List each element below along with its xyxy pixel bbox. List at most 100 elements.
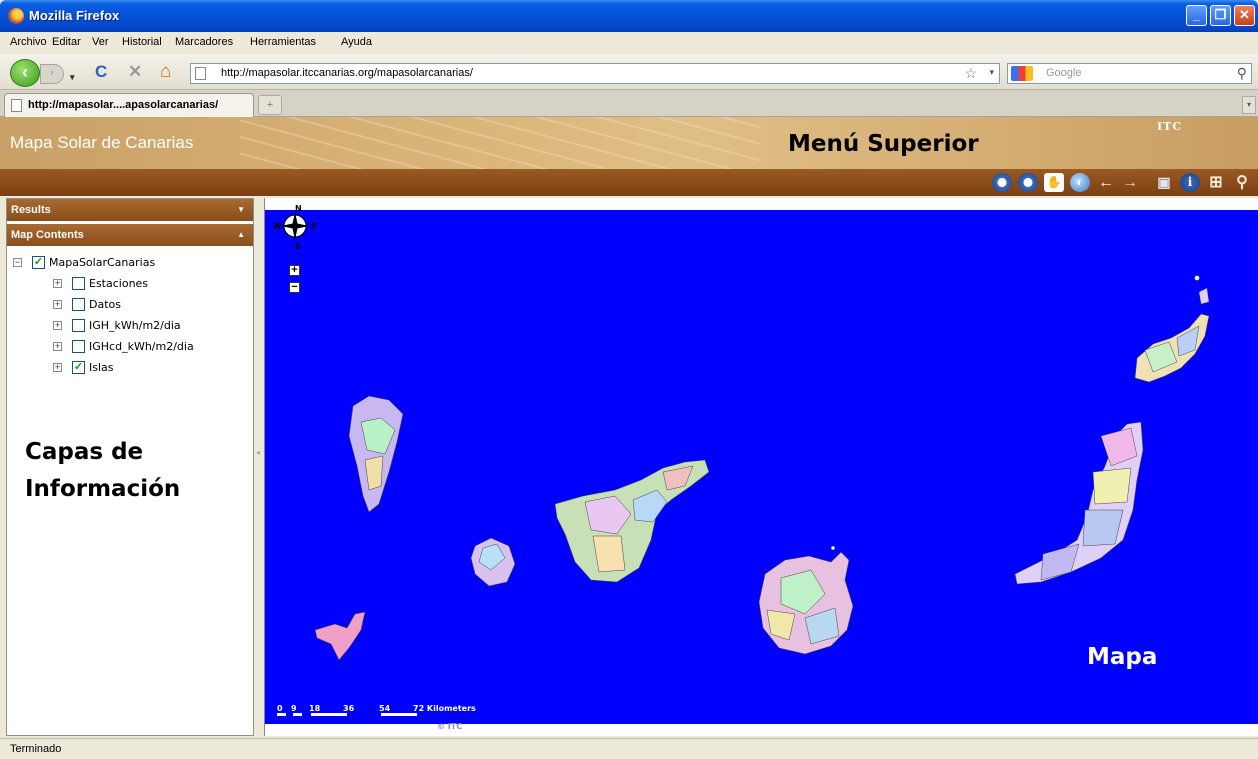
search-icon[interactable]: ⚲ xyxy=(1237,65,1247,82)
stop-button[interactable]: ✕ xyxy=(128,62,142,82)
compass-south-label: S xyxy=(295,242,301,251)
scale-bar-segment xyxy=(381,713,417,716)
layer-checkbox-ighcd[interactable] xyxy=(72,340,85,353)
google-engine-icon[interactable] xyxy=(1011,66,1033,81)
new-tab-button[interactable]: + xyxy=(258,95,282,115)
map-copyright: © ITC xyxy=(437,722,463,731)
scale-label: 0 xyxy=(277,704,283,713)
menu-historial[interactable]: Historial xyxy=(122,36,162,48)
layer-estaciones: + Estaciones xyxy=(53,276,243,294)
select-features-icon[interactable]: ▣ xyxy=(1154,173,1174,192)
compass-north-label: N xyxy=(295,204,302,213)
layer-checkbox-estaciones[interactable] xyxy=(72,277,85,290)
scale-label: 9 xyxy=(291,704,297,713)
scale-bar-segment xyxy=(293,713,302,716)
pan-hand-icon[interactable]: ✋ xyxy=(1044,173,1064,192)
zoom-out-tool-icon[interactable]: − xyxy=(1018,173,1038,192)
status-text: Terminado xyxy=(10,743,62,755)
municipality-shape xyxy=(1092,467,1132,505)
compass-east-label: E xyxy=(311,222,317,231)
results-title: Results xyxy=(11,204,51,216)
map-contents-panel-header[interactable]: Map Contents ▲ xyxy=(7,224,253,246)
forward-button[interactable]: › xyxy=(40,64,64,84)
collapse-arrow-icon[interactable]: ▲ xyxy=(237,230,245,239)
map-zoom-out-button[interactable]: − xyxy=(289,282,300,293)
reload-button[interactable]: C xyxy=(95,62,107,82)
layer-root: − ✓ MapaSolarCanarias xyxy=(13,255,243,273)
layer-label-root: MapaSolarCanarias xyxy=(49,256,156,269)
tab-mapasolar[interactable]: http://mapasolar....apasolarcanarias/ xyxy=(4,93,254,117)
expand-toggle-icon[interactable]: + xyxy=(53,300,62,309)
map-area[interactable]: N S E W + − 0 9 18 36 54 72 Kilometers ©… xyxy=(264,198,1258,736)
scale-label: 72 Kilometers xyxy=(413,704,476,713)
layer-igh: + IGH_kWh/m2/dia xyxy=(53,318,243,336)
back-button[interactable]: ‹ xyxy=(10,59,40,87)
expand-arrow-icon[interactable]: ▼ xyxy=(237,205,245,214)
layer-label-estaciones: Estaciones xyxy=(89,277,149,290)
menu-ayuda[interactable]: Ayuda xyxy=(341,36,372,48)
menu-bar: Archivo Editar Ver Historial Marcadores … xyxy=(0,32,1258,54)
scale-label: 54 xyxy=(379,704,391,713)
url-text: http://mapasolar.itccanarias.org/mapasol… xyxy=(221,67,473,79)
menu-ver[interactable]: Ver xyxy=(92,36,109,48)
map-contents-title: Map Contents xyxy=(11,229,84,241)
menu-herramientas[interactable]: Herramientas xyxy=(250,36,316,48)
status-bar: Terminado xyxy=(0,738,1258,759)
tab-bar: http://mapasolar....apasolarcanarias/ + … xyxy=(0,90,1258,117)
annotation-mapa: Mapa xyxy=(1087,644,1158,670)
identify-info-icon[interactable]: i xyxy=(1180,173,1200,192)
annotation-capas-line1: Capas de xyxy=(25,439,144,465)
map-toolbar: + − ✋ ◐ ← → ▣ i ⊞ ⚲ xyxy=(0,169,1258,196)
window-title: Mozilla Firefox xyxy=(29,8,120,23)
scale-bar-segment xyxy=(311,713,347,716)
expand-toggle-icon[interactable]: + xyxy=(53,363,62,372)
expand-toggle-icon[interactable]: + xyxy=(53,321,62,330)
layer-ighcd: + IGHcd_kWh/m2/dia xyxy=(53,339,243,357)
layer-checkbox-root[interactable]: ✓ xyxy=(32,256,45,269)
history-dropdown-icon[interactable]: ▾ xyxy=(70,67,75,87)
layer-label-datos: Datos xyxy=(89,298,121,311)
annotation-menu-superior: Menú Superior xyxy=(788,131,979,157)
annotation-capas-line2: Información xyxy=(25,476,181,502)
scale-label: 36 xyxy=(343,704,355,713)
layer-label-igh: IGH_kWh/m2/dia xyxy=(89,319,181,332)
address-bar[interactable]: http://mapasolar.itccanarias.org/mapasol… xyxy=(190,63,1000,84)
maximize-button[interactable]: ❐ xyxy=(1210,5,1231,26)
results-panel-header[interactable]: Results ▼ xyxy=(7,199,253,221)
itc-logo: ITC xyxy=(1157,120,1183,133)
close-button[interactable]: ✕ xyxy=(1234,5,1255,26)
layer-checkbox-datos[interactable] xyxy=(72,298,85,311)
bookmark-star-icon[interactable]: ☆ xyxy=(964,65,977,82)
previous-extent-icon[interactable]: ← xyxy=(1096,173,1116,192)
menu-editar[interactable]: Editar xyxy=(52,36,81,48)
expand-toggle-icon[interactable]: + xyxy=(53,342,62,351)
tab-list-button[interactable]: ▾ xyxy=(1242,96,1256,114)
menu-archivo[interactable]: Archivo xyxy=(10,36,47,48)
map-zoom-in-button[interactable]: + xyxy=(289,265,300,276)
menu-marcadores[interactable]: Marcadores xyxy=(175,36,233,48)
measure-ruler-icon[interactable]: ⊞ xyxy=(1206,173,1226,192)
splitter-arrow-icon[interactable]: ◂ xyxy=(256,448,260,457)
scale-label: 18 xyxy=(309,704,321,713)
search-input[interactable]: Google ⚲ xyxy=(1007,63,1252,84)
collapse-toggle-icon[interactable]: − xyxy=(13,258,22,267)
panel-splitter[interactable]: ◂ xyxy=(254,198,264,736)
next-extent-icon[interactable]: → xyxy=(1120,173,1140,192)
expand-toggle-icon[interactable]: + xyxy=(53,279,62,288)
layer-label-ighcd: IGHcd_kWh/m2/dia xyxy=(89,340,194,353)
home-button[interactable]: ⌂ xyxy=(160,62,171,82)
layer-checkbox-islas[interactable]: ✓ xyxy=(72,361,85,374)
minimize-button[interactable]: _ xyxy=(1186,5,1207,26)
full-extent-globe-icon[interactable]: ◐ xyxy=(1070,173,1090,192)
layer-islas: + ✓ Islas xyxy=(53,360,243,378)
browser-window: Mozilla Firefox _ ❐ ✕ Archivo Editar Ver… xyxy=(0,0,1258,759)
tab-label: http://mapasolar....apasolarcanarias/ xyxy=(28,99,219,111)
islet-alegranza xyxy=(1194,275,1200,281)
layers-panel: Results ▼ Map Contents ▲ − ✓ MapaSolarCa… xyxy=(6,198,254,736)
layer-checkbox-igh[interactable] xyxy=(72,319,85,332)
title-bar: Mozilla Firefox _ ❐ ✕ xyxy=(0,0,1258,32)
zoom-in-tool-icon[interactable]: + xyxy=(992,173,1012,192)
find-search-icon[interactable]: ⚲ xyxy=(1232,173,1252,192)
url-dropdown-icon[interactable]: ▾ xyxy=(989,67,994,78)
layer-label-islas: Islas xyxy=(89,361,114,374)
